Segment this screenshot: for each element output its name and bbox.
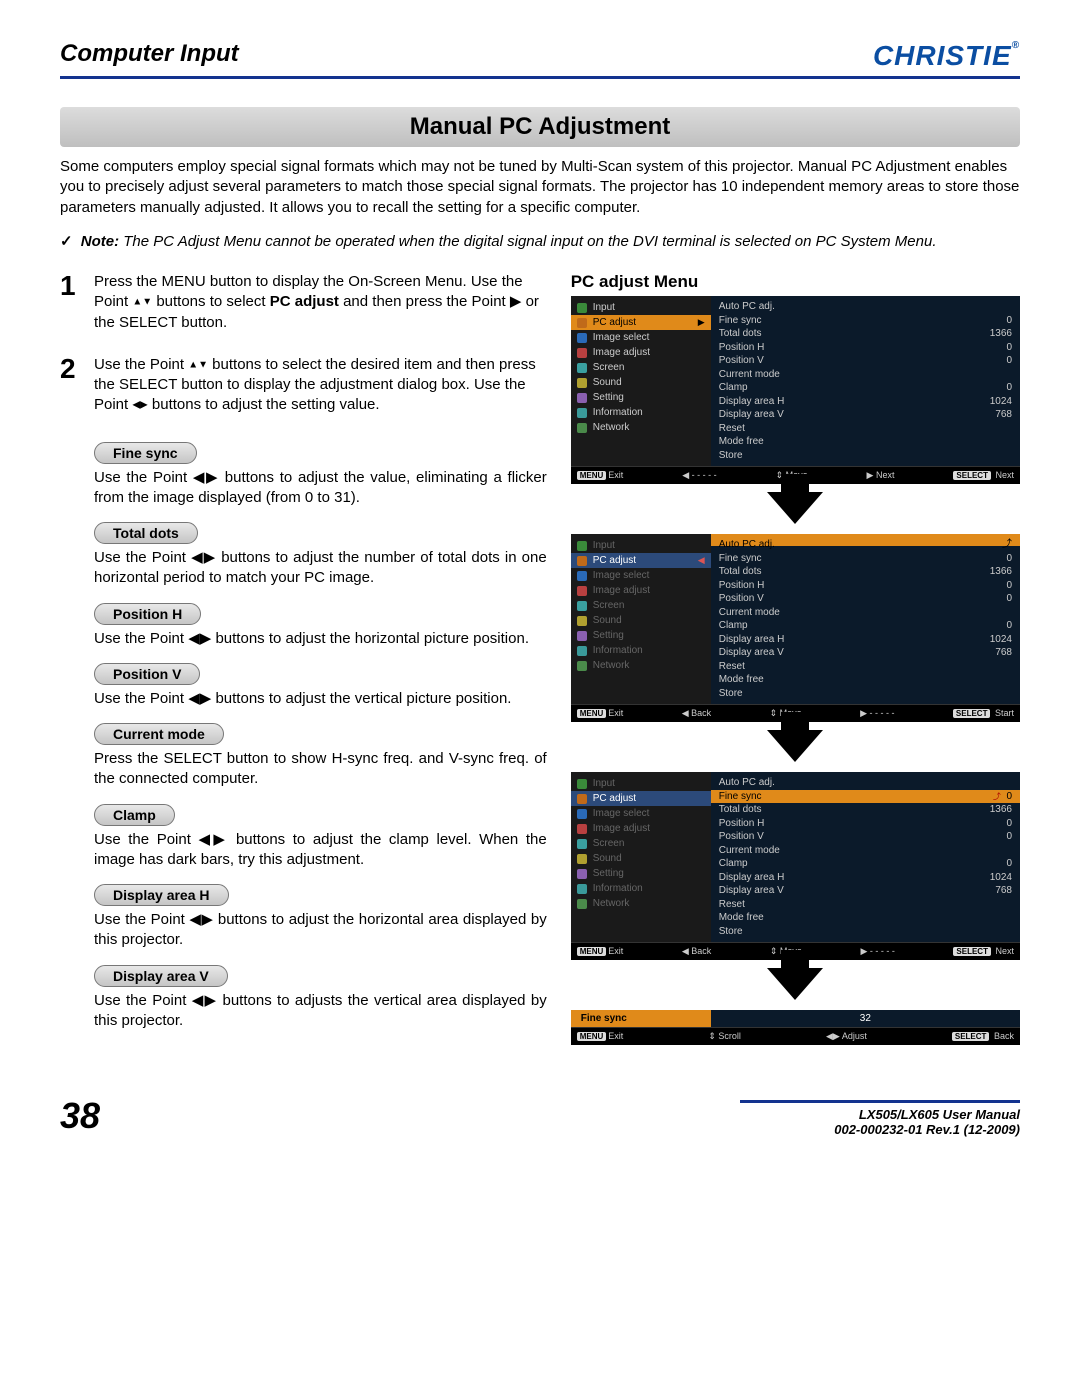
- osd-heading: PC adjust Menu: [571, 272, 1020, 292]
- param-text: Use the Point ◀▶ buttons to adjust the v…: [94, 468, 547, 509]
- step-1: 1 Press the MENU button to display the O…: [60, 272, 547, 333]
- right-column: PC adjust Menu Input PC adjust▶ Image se…: [571, 272, 1020, 1045]
- down-arrow-icon: [767, 492, 823, 524]
- intro-paragraph: Some computers employ special signal for…: [60, 157, 1020, 218]
- check-icon: ✓: [60, 233, 73, 250]
- param-pill: Position H: [94, 603, 201, 625]
- footer-right: LX505/LX605 User Manual 002-000232-01 Re…: [740, 1100, 1020, 1137]
- param-pill: Display area H: [94, 884, 229, 906]
- param-pill: Current mode: [94, 723, 224, 745]
- section-title: Computer Input: [60, 40, 239, 68]
- page-title-bar: Manual PC Adjustment: [60, 107, 1020, 147]
- param-pill: Position V: [94, 663, 200, 685]
- param-text: Use the Point ◀▶ buttons to adjust the n…: [94, 548, 547, 589]
- param-text: Use the Point ◀▶ buttons to adjust the h…: [94, 910, 547, 951]
- param-pill: Display area V: [94, 965, 228, 987]
- christie-logo: CHRISTIE®: [873, 40, 1020, 72]
- down-arrow-icon: [767, 730, 823, 762]
- osd-screenshot-2: Input PC adjust◀ Image select Image adju…: [571, 534, 1020, 722]
- page-number: 38: [60, 1095, 100, 1137]
- param-text: Use the Point ◀▶ buttons to adjust the h…: [94, 629, 547, 649]
- param-pill: Fine sync: [94, 442, 197, 464]
- param-text: Use the Point ◀▶ buttons to adjusts the …: [94, 991, 547, 1032]
- param-pill: Total dots: [94, 522, 198, 544]
- note-paragraph: ✓ Note: The PC Adjust Menu cannot be ope…: [60, 232, 1020, 252]
- osd-screenshot-3: Input PC adjust Image select Image adjus…: [571, 772, 1020, 960]
- param-text: Use the Point ◀▶ buttons to adjust the v…: [94, 689, 547, 709]
- osd-screenshot-1: Input PC adjust▶ Image select Image adju…: [571, 296, 1020, 484]
- page-footer: 38 LX505/LX605 User Manual 002-000232-01…: [60, 1095, 1020, 1137]
- param-text: Press the SELECT button to show H-sync f…: [94, 749, 547, 790]
- step-2: 2 Use the Point ▲▼ buttons to select the…: [60, 355, 547, 416]
- left-column: 1 Press the MENU button to display the O…: [60, 272, 547, 1045]
- param-pill: Clamp: [94, 804, 175, 826]
- osd-adjust-bar: Fine sync 32 MENUExit ⇕ Scroll ◀▶ Adjust…: [571, 1010, 1020, 1045]
- down-arrow-icon: [767, 968, 823, 1000]
- page-header: Computer Input CHRISTIE®: [60, 40, 1020, 79]
- param-text: Use the Point ◀▶ buttons to adjust the c…: [94, 830, 547, 871]
